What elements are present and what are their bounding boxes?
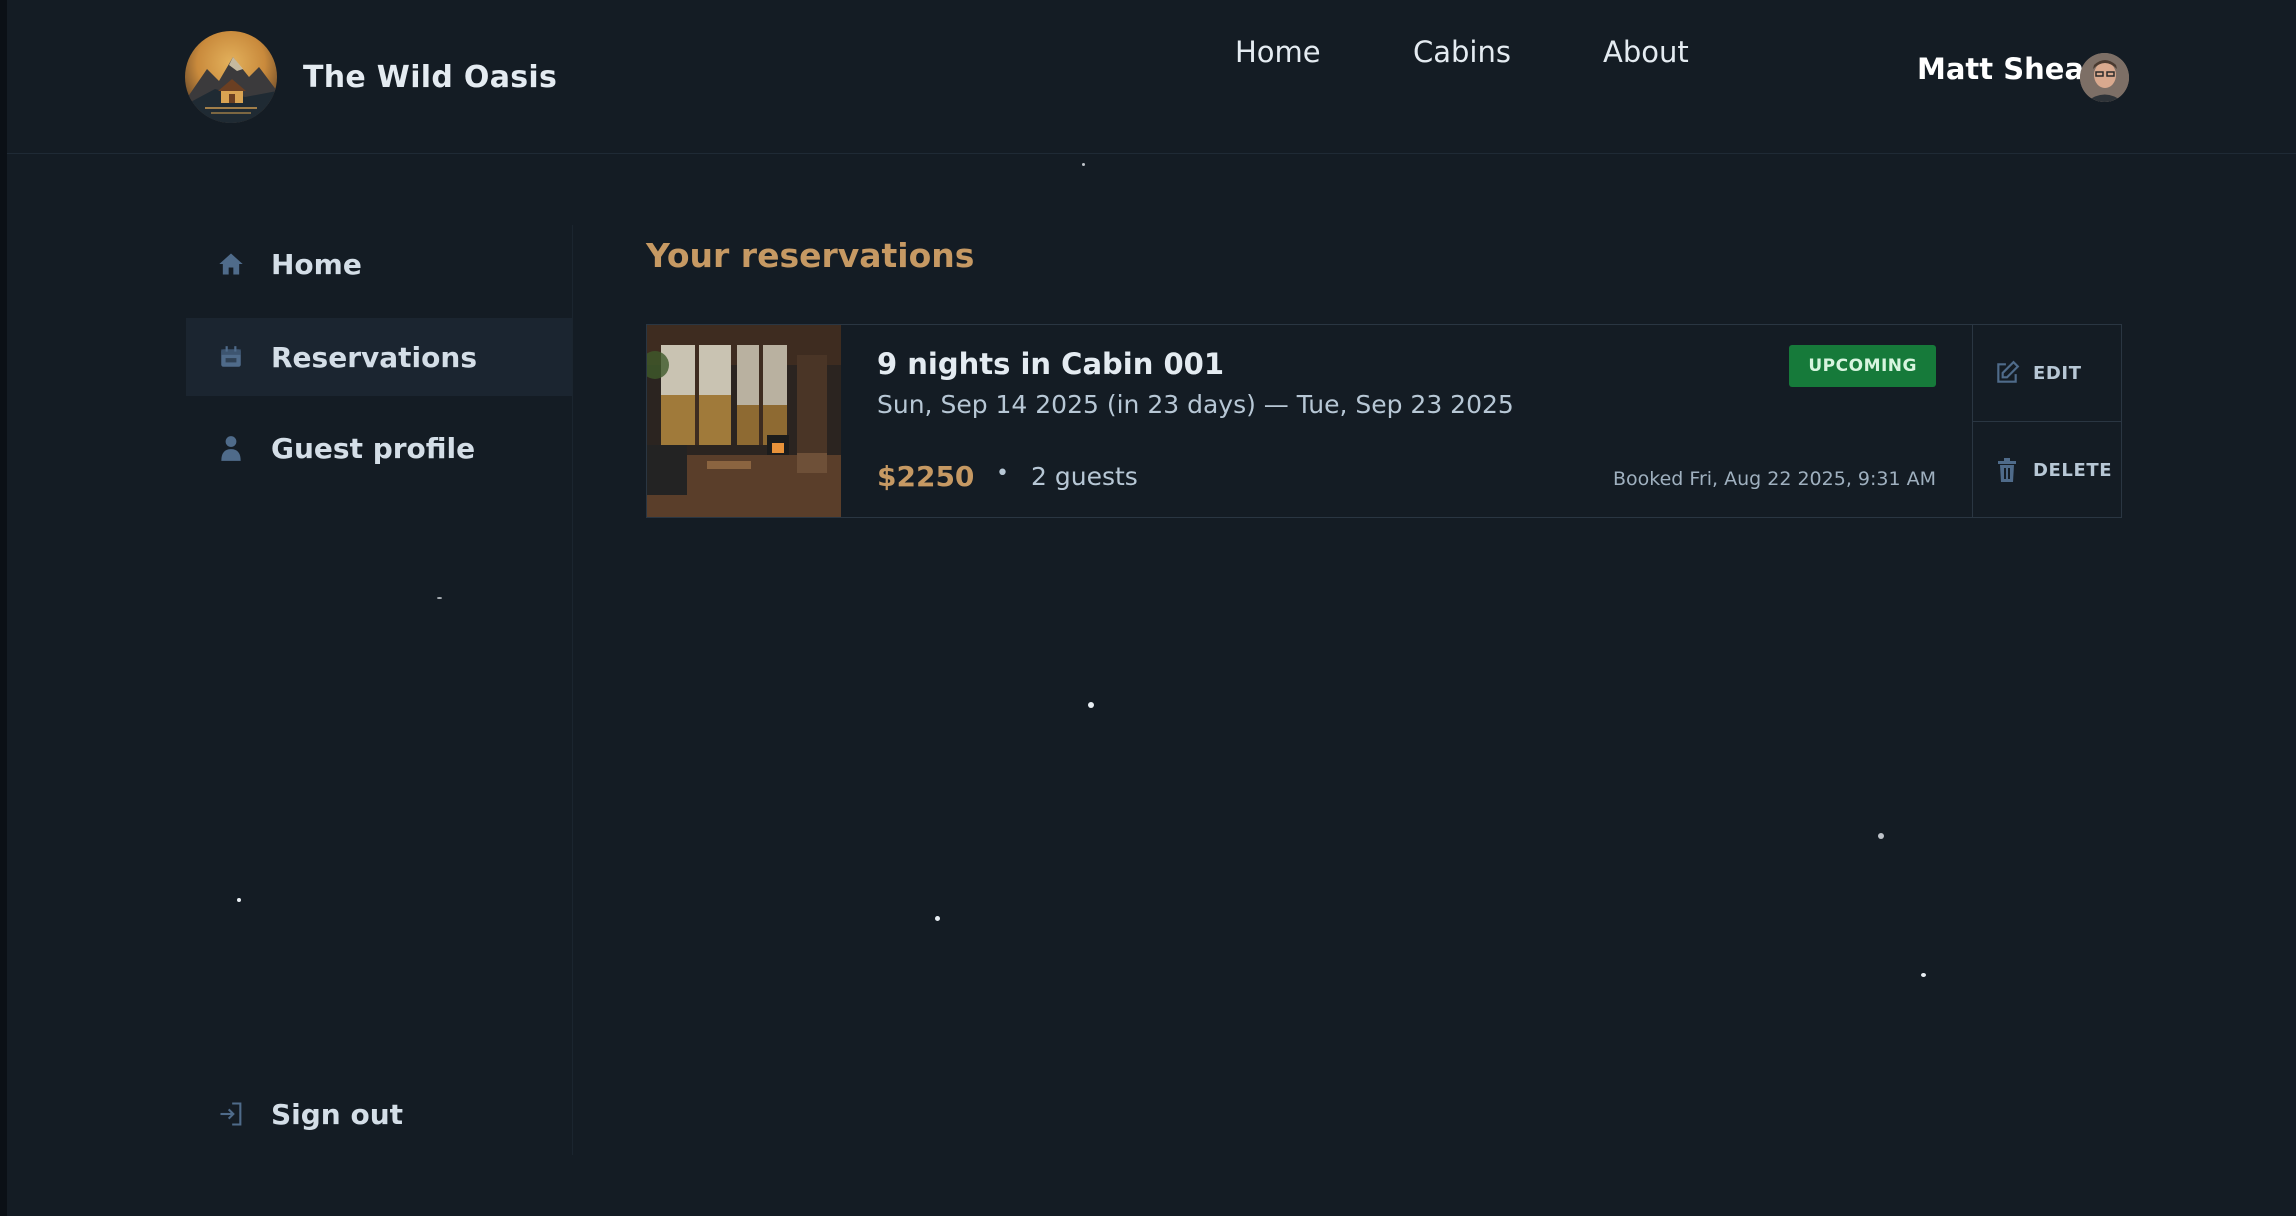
sidebar-item-label: Reservations	[271, 340, 477, 374]
sidebar-item-label: Guest profile	[271, 431, 476, 465]
avatar[interactable]	[2080, 53, 2129, 102]
reservation-actions: EDIT DELETE	[1972, 325, 2122, 517]
edit-label: EDIT	[2033, 362, 2082, 384]
user-icon	[216, 433, 246, 463]
user-name: Matt Shea	[1917, 52, 2085, 86]
sidebar-item-home[interactable]: Home	[186, 225, 572, 303]
top-header: The Wild Oasis Home Cabins About Matt Sh…	[7, 0, 2296, 154]
app-page: The Wild Oasis Home Cabins About Matt Sh…	[0, 0, 2296, 1216]
reservation-title: 9 nights in Cabin 001	[877, 347, 1224, 381]
brand-name: The Wild Oasis	[303, 59, 558, 95]
reservation-card: 9 nights in Cabin 001 Sun, Sep 14 2025 (…	[646, 324, 2122, 518]
sign-out-label: Sign out	[271, 1097, 404, 1131]
booking-timestamp: Booked Fri, Aug 22 2025, 9:31 AM	[1613, 468, 1936, 490]
nav-home-link[interactable]: Home	[1235, 35, 1321, 69]
delete-label: DELETE	[2033, 459, 2113, 481]
reservation-dates: Sun, Sep 14 2025 (in 23 days) — Tue, Sep…	[877, 390, 1514, 419]
sign-out-icon	[216, 1099, 246, 1129]
account-sidebar: Home Reservations Guest profile Sign out	[186, 225, 573, 1155]
brand-logo-link[interactable]: The Wild Oasis	[185, 31, 557, 123]
sidebar-item-label: Home	[271, 247, 362, 281]
user-profile-link[interactable]: Matt Shea	[1917, 52, 2084, 86]
separator-dot: •	[996, 461, 1009, 486]
edit-button[interactable]: EDIT	[1973, 325, 2122, 422]
reservation-guests: 2 guests	[1031, 462, 1138, 491]
sidebar-item-reservations[interactable]: Reservations	[186, 318, 572, 396]
background-star	[1088, 702, 1094, 708]
cabin-image	[647, 325, 841, 517]
status-badge: UPCOMING	[1789, 345, 1936, 387]
logo-icon	[185, 31, 277, 123]
nav-about-link[interactable]: About	[1603, 35, 1689, 69]
edit-icon	[1993, 359, 2021, 387]
background-star	[1878, 833, 1884, 839]
nav-cabins-link[interactable]: Cabins	[1413, 35, 1511, 69]
reservation-price: $2250	[877, 460, 975, 493]
background-star	[1082, 163, 1085, 166]
sign-out-button[interactable]: Sign out	[186, 1075, 572, 1153]
calendar-icon	[216, 342, 246, 372]
reservation-details: 9 nights in Cabin 001 Sun, Sep 14 2025 (…	[841, 325, 1972, 517]
page-title: Your reservations	[646, 236, 975, 275]
delete-button[interactable]: DELETE	[1973, 422, 2122, 518]
background-star	[935, 916, 940, 921]
home-icon	[216, 249, 246, 279]
trash-icon	[1993, 456, 2021, 484]
window-edge	[0, 0, 7, 1216]
sidebar-item-guest-profile[interactable]: Guest profile	[186, 409, 572, 487]
background-star	[1921, 973, 1926, 977]
